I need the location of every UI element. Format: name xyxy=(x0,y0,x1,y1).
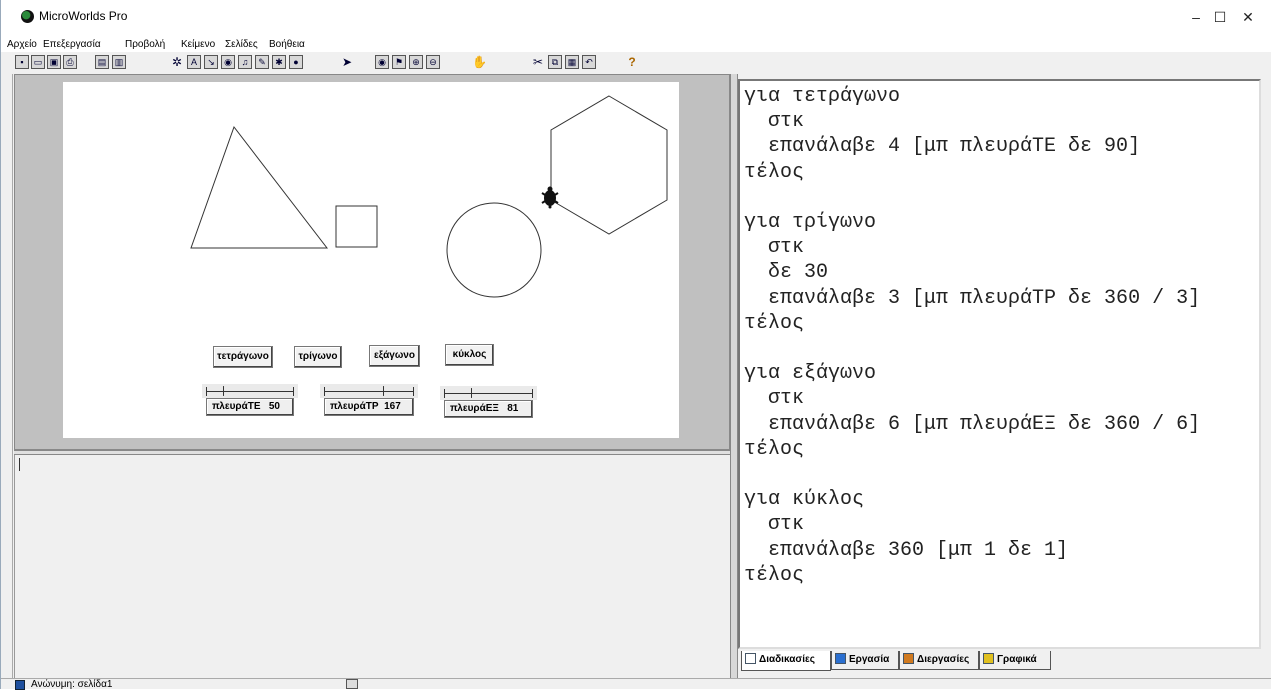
procedure-line: τέλος xyxy=(744,437,805,461)
left-gutter xyxy=(1,74,13,678)
procedure-line: για κύκλος xyxy=(744,488,865,512)
procedure-line: επανάλαβε 4 [μπ πλευράΤΕ δε 90] xyxy=(744,135,1141,159)
text-caret xyxy=(19,458,20,471)
menu-text[interactable]: Κείμενο xyxy=(181,39,215,50)
slider-label: πλευράΕΞ 81 xyxy=(444,400,533,418)
button-tool-icon[interactable]: ↘ xyxy=(204,55,218,69)
slider-label: πλευράΤΕ 50 xyxy=(206,398,294,416)
menu-edit[interactable]: Επεξεργασία xyxy=(43,39,101,50)
close-button[interactable]: ✕ xyxy=(1230,6,1266,30)
procedure-line xyxy=(744,336,1200,361)
procedures-text[interactable]: για τετράγωνο στκ επανάλαβε 4 [μπ πλευρά… xyxy=(744,84,1200,588)
procedure-line: στκ xyxy=(744,513,805,537)
tab-project[interactable]: Εργασία xyxy=(831,651,899,670)
vertical-splitter[interactable] xyxy=(730,74,738,678)
procedures-tab-icon xyxy=(745,653,756,664)
turtle-icon[interactable]: ✲ xyxy=(170,55,184,69)
text-box-icon[interactable]: A xyxy=(187,55,201,69)
triangle-button[interactable]: τρίγωνο xyxy=(294,346,342,368)
processes-tab-icon xyxy=(903,653,914,664)
save-icon[interactable]: ▣ xyxy=(47,55,61,69)
square-button[interactable]: τετράγωνο xyxy=(213,346,273,368)
menu-view[interactable]: Προβολή xyxy=(125,39,165,50)
stamp-icon[interactable]: ⚑ xyxy=(392,55,406,69)
zoom-in-icon[interactable]: ⊕ xyxy=(409,55,423,69)
tab-graphics[interactable]: Γραφικά xyxy=(979,651,1051,670)
hexagon-button[interactable]: εξάγωνο xyxy=(369,345,420,367)
pointer-icon[interactable]: ➤ xyxy=(340,55,354,69)
new-file-icon[interactable]: ▪ xyxy=(15,55,29,69)
circle-button[interactable]: κύκλος xyxy=(445,344,494,366)
slider-side-triangle[interactable]: πλευράΤΡ 167 xyxy=(320,384,418,424)
page-canvas[interactable]: τετράγωνο τρίγωνο εξάγωνο κύκλος πλευράΤ… xyxy=(63,82,679,438)
projector-icon[interactable]: ▥ xyxy=(112,55,126,69)
circle-shape xyxy=(446,202,542,298)
menu-bar: Αρχείο Επεξεργασία Προβολή Κείμενο Σελίδ… xyxy=(1,36,1271,52)
slider-label: πλευράΤΡ 167 xyxy=(324,398,414,416)
app-window: MicroWorlds Pro – ☐ ✕ Αρχείο Επεξεργασία… xyxy=(0,0,1271,690)
triangle-shape xyxy=(190,125,329,249)
page-icon[interactable]: ▤ xyxy=(95,55,109,69)
web-icon[interactable]: ● xyxy=(289,55,303,69)
procedure-line: επανάλαβε 3 [μπ πλευράΤΡ δε 360 / 3] xyxy=(744,286,1201,310)
procedure-line xyxy=(744,185,1200,210)
status-text: Ανώνυμη: σελίδα1 xyxy=(31,679,113,690)
slider-side-hexagon[interactable]: πλευράΕΞ 81 xyxy=(440,386,537,426)
eye-icon[interactable]: ◉ xyxy=(375,55,389,69)
procedure-line: τέλος xyxy=(744,160,805,184)
print-icon[interactable]: ⎙ xyxy=(63,55,77,69)
procedure-line xyxy=(744,462,1200,487)
project-tab-icon xyxy=(835,653,846,664)
tab-procedures[interactable]: Διαδικασίες xyxy=(741,651,831,671)
zoom-out-icon[interactable]: ⊖ xyxy=(426,55,440,69)
hexagon-shape xyxy=(550,95,668,235)
procedure-line: επανάλαβε 6 [μπ πλευράΕΞ δε 360 / 6] xyxy=(744,412,1201,436)
slider-knob[interactable] xyxy=(222,386,227,396)
video-icon[interactable]: ✱ xyxy=(272,55,286,69)
procedure-line: τέλος xyxy=(744,563,805,587)
cut-icon[interactable]: ✂ xyxy=(531,55,545,69)
sound-icon[interactable]: ✎ xyxy=(255,55,269,69)
graphics-tab-icon xyxy=(983,653,994,664)
menu-file[interactable]: Αρχείο xyxy=(7,39,37,50)
copy-icon[interactable]: ⧉ xyxy=(548,55,562,69)
notes-icon[interactable] xyxy=(346,679,358,689)
stop-icon[interactable]: ✋ xyxy=(472,55,486,69)
procedure-line: για εξάγωνο xyxy=(744,362,877,386)
procedure-line: τέλος xyxy=(744,311,805,335)
procedures-pane[interactable]: για τετράγωνο στκ επανάλαβε 4 [μπ πλευρά… xyxy=(738,79,1261,649)
procedure-line: δε 30 xyxy=(744,261,829,285)
window-title: MicroWorlds Pro xyxy=(39,9,128,23)
procedure-line: στκ xyxy=(744,236,805,260)
undo-icon[interactable]: ↶ xyxy=(582,55,596,69)
toolbar: ▪ ▭ ▣ ⎙ ▤ ▥ ✲ A ↘ ◉ ♫ ✎ ✱ ● ➤ ◉ ⚑ ⊕ ⊖ ✋ … xyxy=(15,54,1271,72)
open-file-icon[interactable]: ▭ xyxy=(31,55,45,69)
square-shape xyxy=(335,205,378,248)
music-icon[interactable]: ♫ xyxy=(238,55,252,69)
status-bar: Ανώνυμη: σελίδα1 xyxy=(1,678,1271,690)
tab-processes[interactable]: Διεργασίες xyxy=(899,651,979,670)
title-bar: MicroWorlds Pro – ☐ ✕ xyxy=(1,0,1271,36)
turtle-icon xyxy=(541,186,559,209)
paste-icon[interactable]: ▦ xyxy=(565,55,579,69)
menu-help[interactable]: Βοήθεια xyxy=(269,39,305,50)
slider-side-square[interactable]: πλευράΤΕ 50 xyxy=(202,384,298,424)
procedure-line: στκ xyxy=(744,110,805,134)
slider-tool-icon[interactable]: ◉ xyxy=(221,55,235,69)
menu-pages[interactable]: Σελίδες xyxy=(225,39,258,50)
procedure-line: στκ xyxy=(744,387,805,411)
procedure-line: για τετράγωνο xyxy=(744,85,901,108)
procedure-line: για τρίγωνο xyxy=(744,211,877,235)
command-center[interactable] xyxy=(14,455,730,678)
microworlds-logo-icon xyxy=(21,10,34,23)
help-icon[interactable]: ? xyxy=(625,55,639,69)
procedure-line: επανάλαβε 360 [μπ 1 δε 1] xyxy=(744,538,1069,562)
